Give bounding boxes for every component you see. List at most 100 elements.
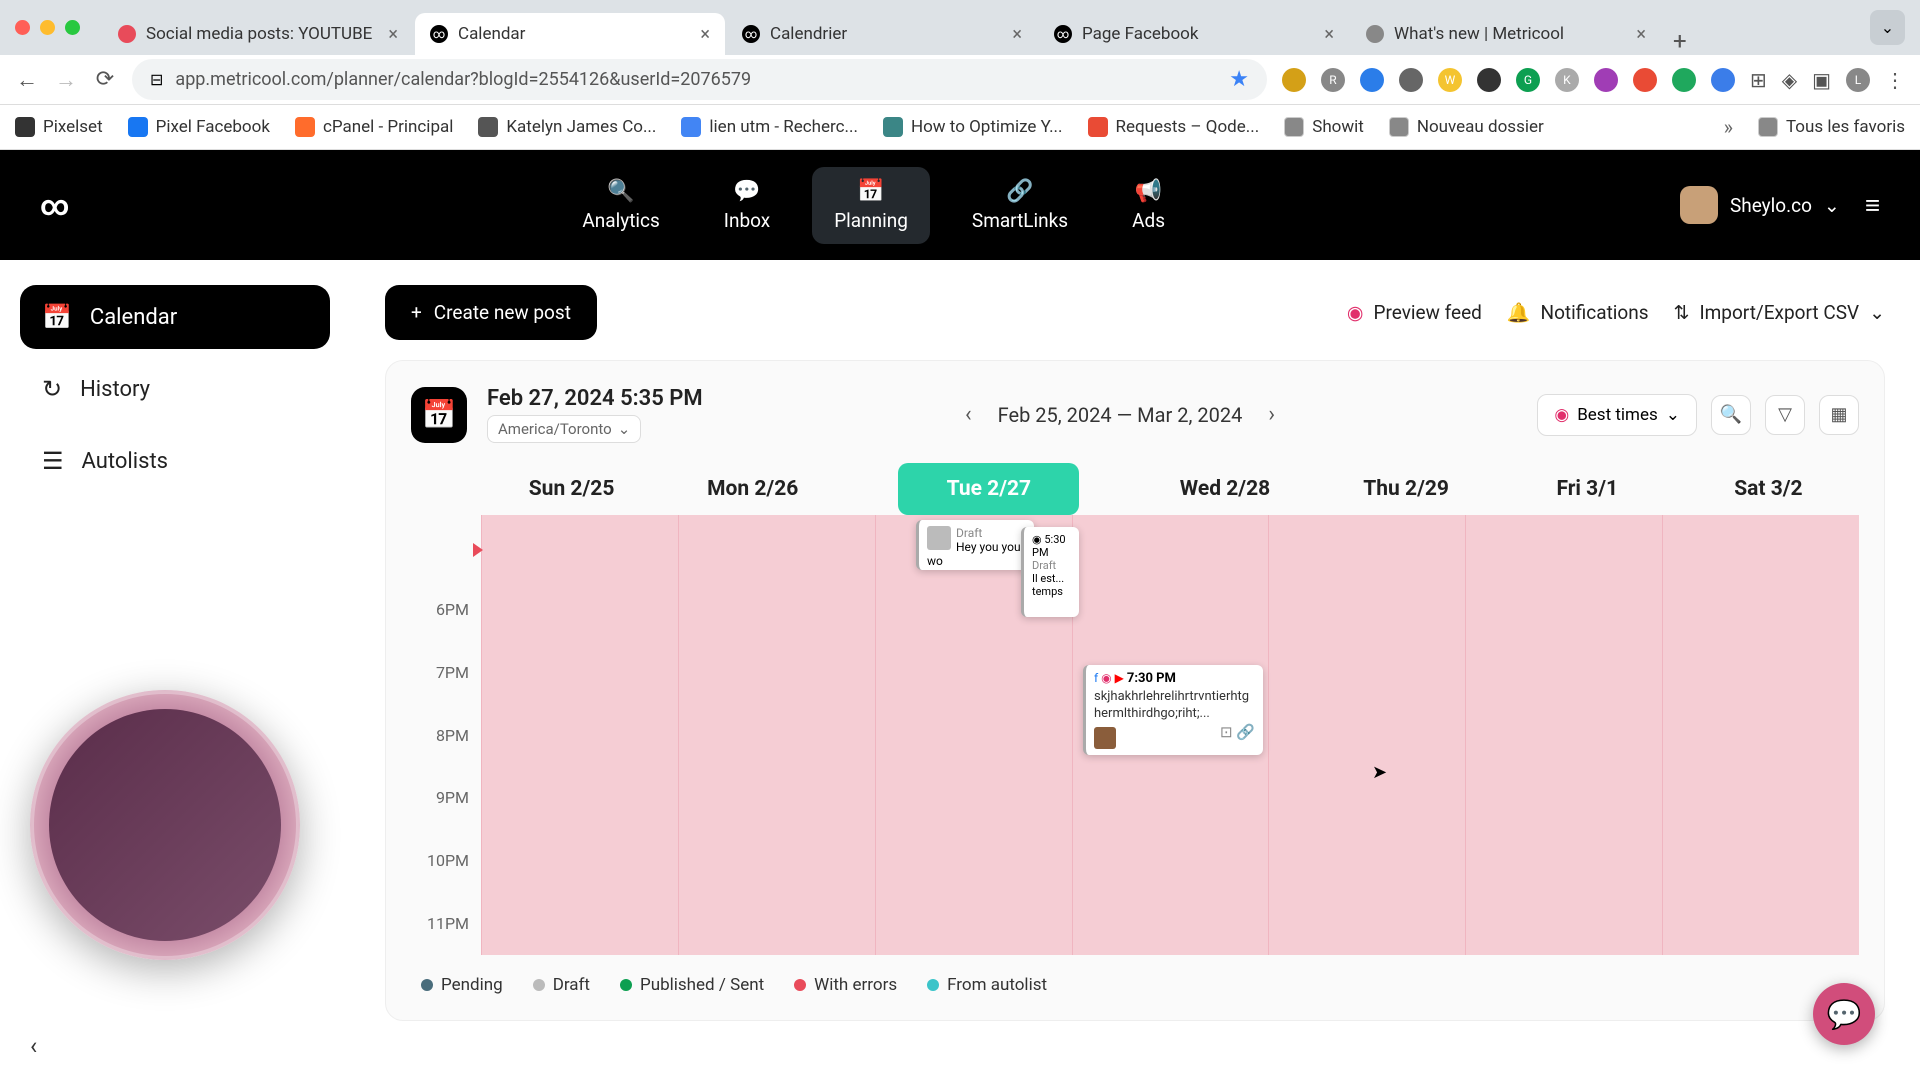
transfer-icon: ⇅ [1674,301,1690,324]
bookmarks-bar: Pixelset Pixel Facebook cPanel - Princip… [0,105,1920,150]
notifications-link[interactable]: 🔔Notifications [1507,301,1649,324]
address-bar[interactable]: ⊟ app.metricool.com/planner/calendar?blo… [132,59,1267,100]
nav-ads[interactable]: 📢Ads [1110,167,1187,244]
view-toggle-button[interactable]: ▦ [1819,395,1859,435]
nav-inbox[interactable]: 💬Inbox [702,167,792,244]
extensions-icon[interactable]: ⊞ [1750,68,1767,92]
tab-social-media[interactable]: Social media posts: YOUTUBE × [103,13,413,55]
user-name: Sheylo.co [1730,194,1812,217]
profile-avatar[interactable]: L [1846,68,1870,92]
search-button[interactable]: 🔍 [1711,395,1751,435]
time-label: 7PM [411,641,481,704]
ext-icon[interactable] [1672,68,1696,92]
day-header-sun: Sun 2/25 [481,463,662,515]
minimize-window[interactable] [40,20,55,35]
bookmark-showit[interactable]: Showit [1284,117,1364,137]
timezone-select[interactable]: America/Toronto⌄ [487,415,641,443]
tab-favicon: ∞ [742,25,760,43]
nav-planning[interactable]: 📅Planning [812,167,930,244]
close-icon[interactable]: × [1324,24,1334,45]
all-bookmarks[interactable]: Tous les favoris [1758,117,1905,137]
ext-icon[interactable] [1633,68,1657,92]
nav-smartlinks[interactable]: 🔗SmartLinks [950,167,1090,244]
content-area: +Create new post ◉Preview feed 🔔Notifica… [350,260,1920,1080]
extensions: R W G K ⊞ ◈ ▣ L ⋮ [1282,68,1905,92]
prev-week-button[interactable]: ‹ [957,394,980,435]
reload-button[interactable]: ⟳ [93,67,117,92]
bookmark-qode[interactable]: Requests – Qode... [1088,117,1260,137]
ext-icon[interactable]: ◈ [1782,68,1797,92]
next-week-button[interactable]: › [1260,394,1283,435]
bookmark-katelyn[interactable]: Katelyn James Co... [478,117,656,137]
sidebar-calendar[interactable]: 📅Calendar [20,285,330,349]
create-post-button[interactable]: +Create new post [385,285,597,340]
maximize-window[interactable] [65,20,80,35]
day-header-wed: Wed 2/28 [1134,463,1315,515]
forward-button[interactable]: → [54,67,78,93]
tab-favicon: ∞ [1054,25,1072,43]
grid-columns[interactable]: Draft Hey you your wo ◉ 5:30 PM Draft Il… [481,515,1859,955]
best-times-dropdown[interactable]: ◉Best times⌄ [1537,394,1697,436]
back-button[interactable]: ← [15,67,39,93]
hamburger-icon[interactable]: ≡ [1865,190,1880,221]
tab-favicon: ∞ [430,25,448,43]
ext-icon[interactable] [1360,68,1384,92]
tab-whatsnew[interactable]: What's new | Metricool × [1351,13,1661,55]
calendar-grid: Sun 2/25 Mon 2/26 Tue 2/27 Wed 2/28 Thu … [411,463,1859,955]
bookmark-cpanel[interactable]: cPanel - Principal [295,117,453,137]
close-icon[interactable]: × [388,24,398,45]
bookmark-pixel-fb[interactable]: Pixel Facebook [128,117,270,137]
legend-errors: With errors [794,975,897,995]
post-thumbnail [927,526,951,550]
bookmark-utm[interactable]: lien utm - Recherc... [681,117,858,137]
ext-icon[interactable] [1594,68,1618,92]
time-label [411,515,481,578]
tab-facebook[interactable]: ∞ Page Facebook × [1039,13,1349,55]
filter-button[interactable]: ▽ [1765,395,1805,435]
nav-analytics[interactable]: 🔍Analytics [560,167,681,244]
legend-pending: Pending [421,975,503,995]
sidebar-history[interactable]: ↻History [20,357,330,421]
tabs-dropdown[interactable]: ⌄ [1870,10,1905,45]
ext-icon[interactable] [1399,68,1423,92]
bookmark-nouveau[interactable]: Nouveau dossier [1389,117,1544,137]
import-export-link[interactable]: ⇅Import/Export CSV⌄ [1674,301,1885,324]
preview-feed-link[interactable]: ◉Preview feed [1347,301,1482,324]
bookmark-star-icon[interactable]: ★ [1229,67,1249,92]
tab-calendrier[interactable]: ∞ Calendrier × [727,13,1037,55]
logo[interactable]: ∞ [40,189,67,222]
menu-icon[interactable]: ⋮ [1885,68,1905,92]
time-label: 8PM [411,704,481,767]
post-card-draft-2[interactable]: ◉ 5:30 PM Draft Il est... temps [1021,527,1079,617]
bookmark-optimize[interactable]: How to Optimize Y... [883,117,1063,137]
ext-icon[interactable]: G [1516,68,1540,92]
post-actions[interactable]: ⊡ 🔗 [1220,723,1255,741]
collapse-sidebar[interactable]: ‹ [30,1032,37,1060]
post-card-draft-1[interactable]: Draft Hey you your wo [916,520,1034,570]
bookmark-pixelset[interactable]: Pixelset [15,117,103,137]
sidebar-autolists[interactable]: ☰Autolists [20,429,330,493]
user-menu[interactable]: Sheylo.co ⌄ [1680,186,1840,224]
ext-icon[interactable]: W [1438,68,1462,92]
ext-icon[interactable]: R [1321,68,1345,92]
close-icon[interactable]: × [1012,24,1022,45]
tab-title: Page Facebook [1082,24,1314,44]
close-window[interactable] [15,20,30,35]
tab-calendar[interactable]: ∞ Calendar × [415,13,725,55]
link-icon: 🔗 [1006,179,1033,204]
ext-icon[interactable] [1711,68,1735,92]
chat-fab[interactable]: 💬 [1813,983,1875,1045]
sidepanel-icon[interactable]: ▣ [1812,68,1831,92]
ext-icon[interactable] [1282,68,1306,92]
post-thumbnail [1094,727,1116,749]
now-indicator [473,543,483,557]
close-icon[interactable]: × [700,24,710,45]
bookmarks-overflow[interactable]: » [1724,115,1733,139]
post-card-wed[interactable]: f◉▶7:30 PM skjhakhrlehrelihrtrvntierhtgh… [1083,665,1263,755]
ext-icon[interactable] [1477,68,1501,92]
new-tab-button[interactable]: + [1663,27,1697,55]
ext-icon[interactable]: K [1555,68,1579,92]
site-info-icon[interactable]: ⊟ [150,70,163,89]
time-grid[interactable]: 6PM 7PM 8PM 9PM 10PM 11PM Draft Hey [411,515,1859,955]
close-icon[interactable]: × [1636,24,1646,45]
